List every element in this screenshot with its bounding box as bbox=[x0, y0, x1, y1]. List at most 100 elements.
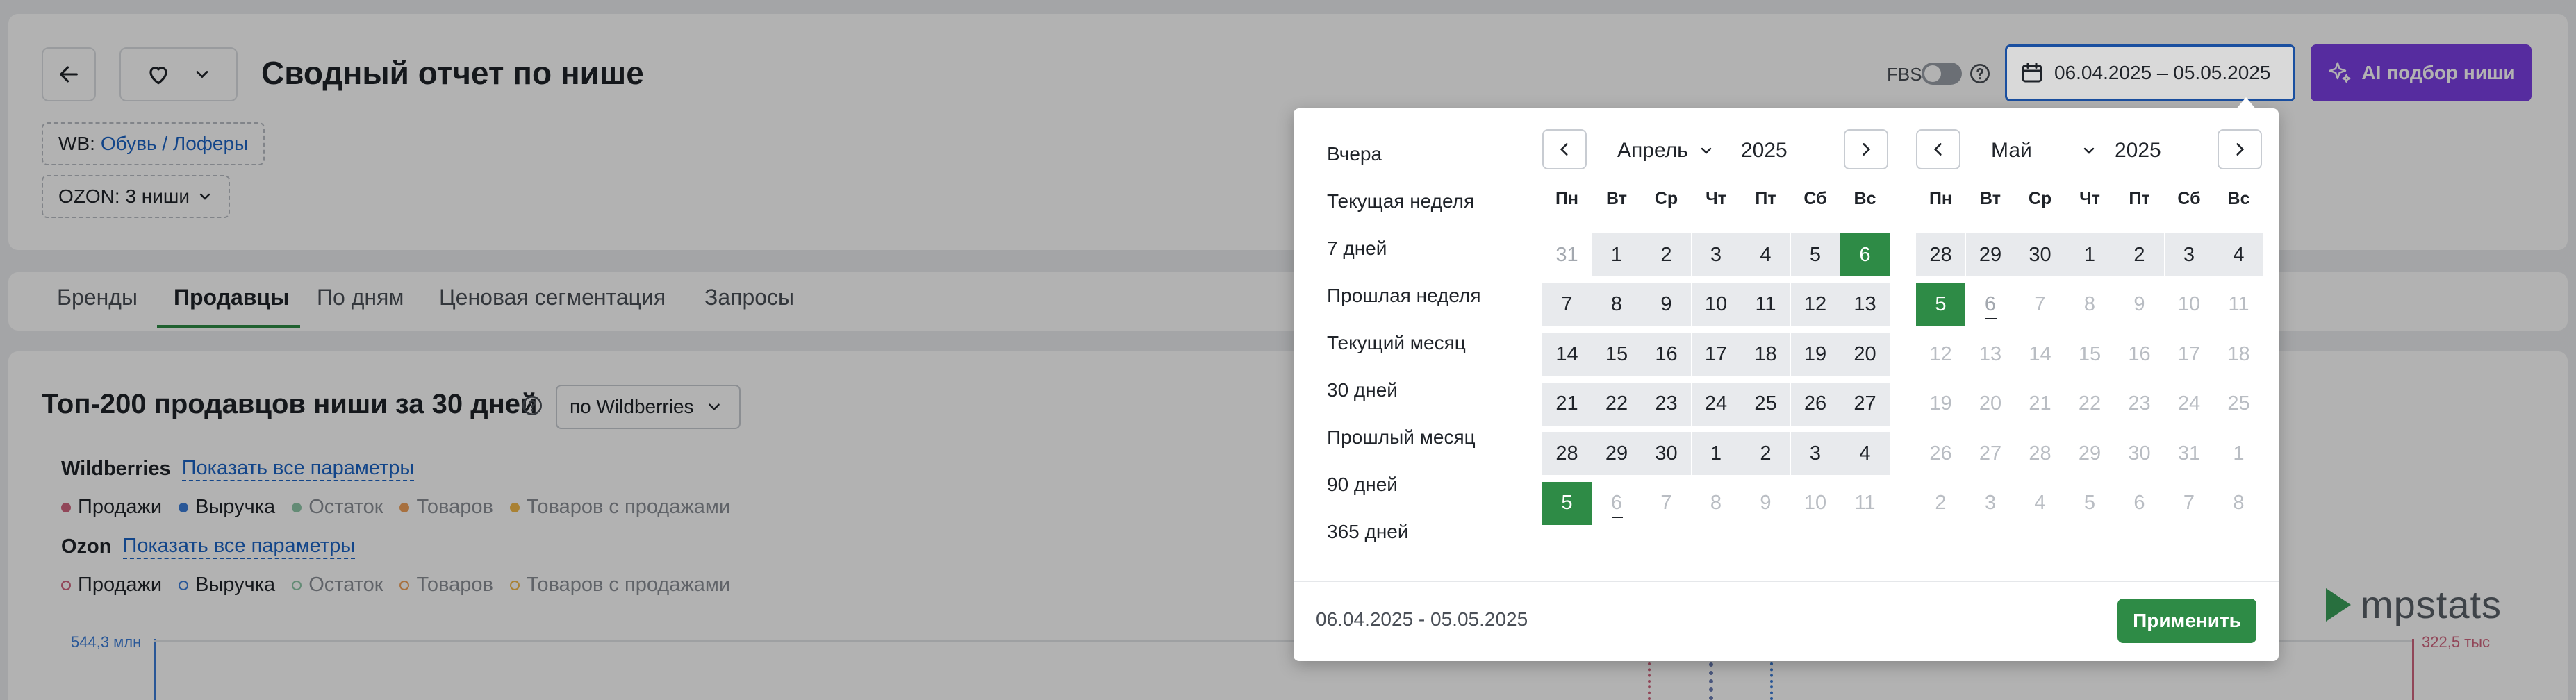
calendar-day[interactable]: 8 bbox=[1592, 283, 1642, 326]
calendar-day[interactable]: 6 bbox=[1840, 233, 1890, 276]
calendar-day[interactable]: 21 bbox=[1542, 382, 1592, 426]
calendar-day[interactable]: 13 bbox=[1840, 283, 1890, 326]
prev-month-button[interactable] bbox=[1542, 129, 1587, 169]
calendar-day[interactable]: 18 bbox=[2214, 333, 2263, 376]
calendar-day[interactable]: 7 bbox=[1642, 482, 1691, 525]
calendar-day[interactable]: 4 bbox=[1840, 432, 1890, 475]
calendar-day[interactable]: 5 bbox=[1542, 481, 1592, 525]
calendar-day[interactable]: 2 bbox=[1916, 482, 1965, 525]
calendar-day[interactable]: 4 bbox=[2015, 482, 2065, 525]
calendar-day[interactable]: 14 bbox=[2015, 333, 2065, 376]
preset-30-days[interactable]: 30 дней bbox=[1327, 379, 1398, 401]
calendar-day[interactable]: 11 bbox=[2214, 283, 2263, 326]
calendar-day[interactable]: 6 bbox=[1966, 283, 2015, 326]
right-year[interactable]: 2025 bbox=[2115, 139, 2161, 162]
calendar-day[interactable]: 2 bbox=[1642, 233, 1691, 276]
calendar-day[interactable]: 3 bbox=[2164, 233, 2214, 276]
calendar-day[interactable]: 12 bbox=[1916, 333, 1965, 376]
calendar-day[interactable]: 1 bbox=[2214, 432, 2263, 475]
calendar-day[interactable]: 29 bbox=[1592, 432, 1642, 475]
calendar-day[interactable]: 11 bbox=[1840, 482, 1890, 525]
calendar-day[interactable]: 31 bbox=[2165, 432, 2214, 475]
calendar-day[interactable]: 19 bbox=[1790, 333, 1840, 376]
calendar-day[interactable]: 26 bbox=[1916, 432, 1965, 475]
calendar-day[interactable]: 2 bbox=[2115, 233, 2164, 276]
calendar-day[interactable]: 17 bbox=[2165, 333, 2214, 376]
calendar-day[interactable]: 23 bbox=[1642, 382, 1691, 426]
calendar-day[interactable]: 5 bbox=[2065, 482, 2115, 525]
calendar-day[interactable]: 22 bbox=[1592, 382, 1642, 426]
calendar-day[interactable]: 13 bbox=[1966, 333, 2015, 376]
calendar-day[interactable]: 5 bbox=[1790, 233, 1840, 276]
calendar-day[interactable]: 24 bbox=[1691, 382, 1741, 426]
calendar-day[interactable]: 7 bbox=[2165, 482, 2214, 525]
calendar-day[interactable]: 23 bbox=[2115, 383, 2164, 426]
calendar-day[interactable]: 30 bbox=[1642, 432, 1691, 475]
calendar-day[interactable]: 14 bbox=[1542, 333, 1592, 376]
calendar-day[interactable]: 8 bbox=[2065, 283, 2115, 326]
calendar-day[interactable]: 15 bbox=[1592, 333, 1642, 376]
calendar-day[interactable]: 22 bbox=[2065, 383, 2115, 426]
calendar-day[interactable]: 9 bbox=[1642, 283, 1691, 326]
calendar-day[interactable]: 16 bbox=[1642, 333, 1691, 376]
calendar-day[interactable]: 29 bbox=[1965, 233, 2015, 276]
calendar-day[interactable]: 1 bbox=[1592, 233, 1642, 276]
preset-current-month[interactable]: Текущий месяц bbox=[1327, 332, 1466, 354]
calendar-day[interactable]: 3 bbox=[1691, 233, 1741, 276]
calendar-day[interactable]: 7 bbox=[1542, 283, 1592, 326]
calendar-day[interactable]: 9 bbox=[1741, 482, 1790, 525]
calendar-day[interactable]: 29 bbox=[2065, 432, 2115, 475]
next-month-button[interactable] bbox=[1844, 129, 1888, 169]
calendar-day[interactable]: 1 bbox=[2065, 233, 2115, 276]
calendar-day[interactable]: 4 bbox=[1741, 233, 1790, 276]
calendar-day[interactable]: 3 bbox=[1790, 432, 1840, 475]
calendar-day[interactable]: 2 bbox=[1741, 432, 1790, 475]
calendar-day[interactable]: 27 bbox=[1966, 432, 2015, 475]
preset-yesterday[interactable]: Вчера bbox=[1327, 143, 1382, 165]
calendar-day[interactable]: 26 bbox=[1790, 382, 1840, 426]
calendar-day[interactable]: 31 bbox=[1542, 233, 1592, 276]
calendar-day[interactable]: 10 bbox=[1691, 283, 1741, 326]
preset-current-week[interactable]: Текущая неделя bbox=[1327, 190, 1474, 212]
calendar-day[interactable]: 25 bbox=[2214, 383, 2263, 426]
calendar-day[interactable]: 8 bbox=[2214, 482, 2263, 525]
calendar-day[interactable]: 5 bbox=[1916, 283, 1965, 326]
next-month-button[interactable] bbox=[2218, 129, 2262, 169]
prev-month-button[interactable] bbox=[1916, 129, 1960, 169]
right-month-select[interactable]: Май bbox=[1991, 139, 2097, 162]
calendar-day[interactable]: 4 bbox=[2214, 233, 2263, 276]
preset-90-days[interactable]: 90 дней bbox=[1327, 474, 1398, 496]
calendar-day[interactable]: 18 bbox=[1741, 333, 1790, 376]
apply-button[interactable]: Применить bbox=[2117, 599, 2256, 643]
calendar-day[interactable]: 10 bbox=[1791, 482, 1840, 525]
preset-last-month[interactable]: Прошлый месяц bbox=[1327, 426, 1476, 449]
calendar-day[interactable]: 28 bbox=[2015, 432, 2065, 475]
calendar-day[interactable]: 30 bbox=[2015, 233, 2065, 276]
calendar-day[interactable]: 28 bbox=[1916, 233, 1965, 276]
calendar-day[interactable]: 16 bbox=[2115, 333, 2164, 376]
calendar-day[interactable]: 3 bbox=[1966, 482, 2015, 525]
calendar-day[interactable]: 8 bbox=[1692, 482, 1741, 525]
left-month-select[interactable]: Апрель bbox=[1617, 139, 1715, 162]
calendar-day[interactable]: 10 bbox=[2165, 283, 2214, 326]
calendar-day[interactable]: 6 bbox=[2115, 482, 2164, 525]
calendar-day[interactable]: 19 bbox=[1916, 383, 1965, 426]
calendar-day[interactable]: 9 bbox=[2115, 283, 2164, 326]
calendar-day[interactable]: 20 bbox=[1840, 333, 1890, 376]
calendar-day[interactable]: 1 bbox=[1691, 432, 1741, 475]
calendar-day[interactable]: 27 bbox=[1840, 382, 1890, 426]
calendar-day[interactable]: 20 bbox=[1966, 383, 2015, 426]
calendar-day[interactable]: 6 bbox=[1592, 482, 1642, 525]
calendar-day[interactable]: 21 bbox=[2015, 383, 2065, 426]
calendar-day[interactable]: 24 bbox=[2165, 383, 2214, 426]
calendar-day[interactable]: 25 bbox=[1741, 382, 1790, 426]
calendar-day[interactable]: 30 bbox=[2115, 432, 2164, 475]
calendar-day[interactable]: 12 bbox=[1790, 283, 1840, 326]
preset-7-days[interactable]: 7 дней bbox=[1327, 238, 1387, 260]
calendar-day[interactable]: 28 bbox=[1542, 432, 1592, 475]
preset-last-week[interactable]: Прошлая неделя bbox=[1327, 285, 1480, 307]
left-year[interactable]: 2025 bbox=[1741, 139, 1787, 162]
date-range-button-focused[interactable]: 06.04.2025 – 05.05.2025 bbox=[2005, 44, 2295, 101]
calendar-day[interactable]: 17 bbox=[1691, 333, 1741, 376]
calendar-day[interactable]: 15 bbox=[2065, 333, 2115, 376]
